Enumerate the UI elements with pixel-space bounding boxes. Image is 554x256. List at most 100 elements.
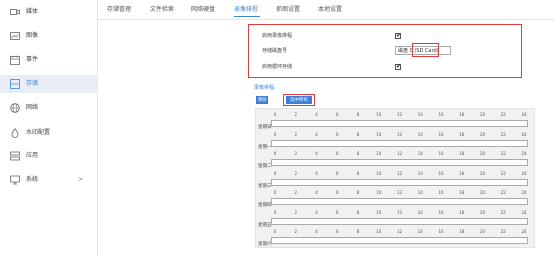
hour-tick-label: 8 (356, 131, 360, 137)
tab-file-search[interactable]: 文件检索 (150, 5, 174, 15)
hour-tick-label: 8 (356, 190, 360, 195)
sidebar-item-system[interactable]: 系统 > (0, 171, 98, 189)
hour-tick-label: 0 (273, 190, 277, 195)
clear-button[interactable]: 清除 (256, 96, 268, 104)
cyclic-storage-checkbox[interactable]: ✔ (395, 63, 402, 70)
checkmark-icon: ✔ (396, 63, 402, 70)
schedule-title: 录像排程: (254, 85, 276, 91)
tab-network-disk[interactable]: 网络硬盘 (191, 5, 215, 15)
hour-tick-label: 12 (396, 112, 403, 117)
sidebar-item-network[interactable]: 网络 (0, 99, 98, 117)
sidebar-item-image[interactable]: 图像 (0, 27, 98, 45)
hour-tick-label: 2 (294, 229, 298, 234)
hour-tick-label: 10 (376, 229, 382, 234)
hour-tick-label: 6 (335, 151, 339, 156)
day-label: 星期一 (258, 144, 272, 150)
calendar-icon (10, 55, 20, 65)
hour-tick-label: 8 (356, 112, 360, 117)
schedule-timeline-bar[interactable] (271, 237, 528, 244)
schedule-timeline-bar[interactable] (271, 120, 528, 127)
hour-tick-label: 24 (521, 229, 527, 234)
sidebar-item-media[interactable]: 媒体 (0, 3, 98, 21)
schedule-timeline-bar[interactable] (271, 198, 528, 205)
hour-tick-label: 22 (500, 151, 506, 156)
hour-tick-label: 16 (438, 151, 444, 156)
monitor-icon (10, 175, 20, 185)
day-label: 星期五 (258, 222, 272, 228)
enable-schedule-checkbox[interactable]: ✔ (395, 32, 401, 39)
hour-tick-label: 18 (459, 112, 465, 117)
hour-tick-label: 4 (315, 209, 318, 215)
hour-tick-label: 24 (521, 151, 527, 156)
hour-tick-label: 14 (417, 190, 423, 195)
schedule-timeline-bar[interactable] (271, 217, 528, 225)
hour-tick-label: 20 (479, 209, 486, 215)
hour-tick-label: 0 (273, 170, 277, 176)
sidebar-item-event[interactable]: 事件 (0, 51, 98, 69)
schedule-timeline-bar[interactable] (271, 159, 528, 166)
hour-tick-label: 14 (417, 209, 423, 215)
image-icon (10, 32, 20, 40)
sidebar-item-watermark[interactable]: 水印配置 (0, 124, 98, 142)
hour-tick-label: 16 (438, 170, 444, 176)
hour-tick-label: 22 (500, 131, 506, 137)
hour-tick-label: 18 (459, 170, 465, 176)
sidebar-item-apps[interactable]: 应用 (0, 147, 98, 165)
hour-tick-label: 8 (356, 151, 360, 156)
tab-local-settings[interactable]: 本地设置 (318, 5, 342, 15)
hour-tick-label: 22 (500, 190, 506, 195)
hour-tick-label: 24 (521, 131, 527, 137)
hour-tick-label: 8 (356, 209, 360, 215)
hour-tick-label: 14 (417, 229, 423, 234)
sidebar-item-label: 应用 (26, 152, 39, 159)
hour-tick-label: 10 (376, 151, 382, 156)
tab-record-schedule[interactable]: 录像排程 (234, 5, 258, 15)
hour-tick-label: 6 (335, 209, 339, 215)
hour-tick-label: 20 (479, 112, 486, 117)
schedule-timeline-bar[interactable] (271, 139, 528, 147)
hour-tick-label: 18 (459, 229, 465, 234)
hour-tick-label: 2 (294, 131, 298, 137)
hour-tick-label: 12 (396, 190, 403, 195)
hour-tick-label: 4 (315, 112, 318, 117)
hour-tick-label: 6 (335, 112, 339, 117)
enable-schedule-label: 启用录像排程 (262, 33, 293, 39)
hour-tick-label: 8 (356, 170, 360, 176)
hour-tick-label: 2 (294, 190, 298, 195)
hour-tick-label: 12 (396, 170, 403, 176)
sidebar-item-storage[interactable]: 存储 (0, 75, 98, 93)
hour-tick-label: 12 (396, 151, 403, 156)
hour-tick-label: 22 (500, 209, 506, 215)
hour-tick-label: 24 (521, 170, 527, 176)
sidebar-item-label: 媒体 (26, 8, 39, 15)
hour-tick-label: 4 (315, 190, 318, 195)
schedule-panel: 0 2 4 6 8 10 12 14 16 18 20 22 24 星期日 0 2 4 6 8 10 12 14 16 18 2… (255, 108, 535, 248)
sidebar-item-label: 存储 (26, 80, 39, 87)
top-tabs: 存储管理 文件检索 网络硬盘 录像排程 抓图设置 本地设置 (98, 0, 554, 20)
schedule-day-row: 0 2 4 6 8 10 12 14 16 18 20 22 24 星期六 (256, 229, 536, 251)
watermark-icon (11, 128, 19, 138)
hour-tick-label: 10 (376, 131, 382, 137)
hour-tick-label: 20 (479, 229, 486, 234)
apps-icon (10, 151, 20, 161)
hour-tick-label: 22 (500, 112, 506, 117)
hour-tick-label: 14 (417, 151, 423, 156)
hour-tick-label: 2 (294, 151, 298, 156)
hour-tick-label: 6 (335, 190, 339, 195)
hour-tick-label: 24 (521, 112, 527, 117)
sidebar-item-label: 水印配置 (26, 129, 51, 136)
sidebar-item-label: 事件 (26, 56, 39, 63)
sidebar: 媒体 图像 事件 存储 网络 水印配置 应用 系统 > (0, 0, 98, 256)
day-label: 星期四 (258, 203, 272, 208)
hour-tick-label: 12 (396, 131, 403, 137)
schedule-timeline-bar[interactable] (271, 178, 528, 186)
tab-storage-management[interactable]: 存储管理 (107, 5, 131, 15)
hour-tick-label: 4 (315, 170, 318, 176)
tab-snapshot-settings[interactable]: 抓图设置 (276, 5, 300, 15)
hour-tick-label: 0 (273, 209, 277, 215)
hour-tick-label: 22 (500, 229, 506, 234)
hour-tick-label: 24 (521, 209, 527, 215)
hour-tick-label: 16 (438, 112, 444, 117)
hour-tick-label: 2 (294, 112, 298, 117)
day-label: 星期六 (258, 242, 272, 247)
